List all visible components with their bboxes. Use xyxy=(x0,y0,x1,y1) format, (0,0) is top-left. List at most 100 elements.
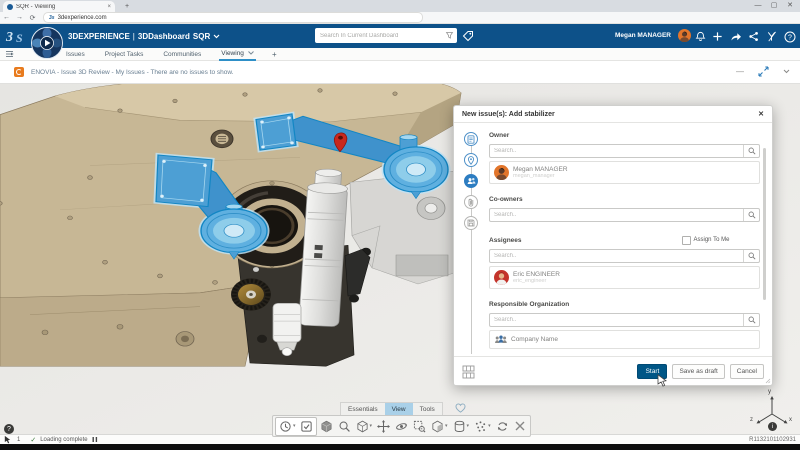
zoom-area-icon[interactable] xyxy=(411,418,428,435)
assignees-search-field[interactable] xyxy=(489,249,760,263)
history-tool-icon[interactable]: ▾ xyxy=(277,418,298,435)
rotate-orbit-icon[interactable] xyxy=(393,418,410,435)
brass-plug[interactable] xyxy=(231,278,271,310)
assignees-search-icon[interactable] xyxy=(743,250,759,262)
owner-label: Owner xyxy=(489,132,509,139)
validate-tool-icon[interactable] xyxy=(298,418,315,435)
widget-menu-caret-icon[interactable] xyxy=(783,69,790,74)
browser-tab[interactable]: SQR - Viewing × xyxy=(3,1,115,12)
responsible-org-search-icon[interactable] xyxy=(743,314,759,326)
forward-icon[interactable]: → xyxy=(13,14,26,21)
owner-search-field[interactable] xyxy=(489,144,760,158)
assignees-search-input[interactable] xyxy=(490,250,743,262)
compass-icon[interactable] xyxy=(30,26,64,60)
add-content-icon[interactable] xyxy=(711,30,724,43)
shaded-view-icon[interactable] xyxy=(318,418,335,435)
assignee-avatar xyxy=(494,270,509,285)
step-attachments-icon[interactable] xyxy=(464,195,478,209)
viewer-help-icon[interactable]: ? xyxy=(4,424,14,434)
dashboard-search[interactable] xyxy=(315,28,457,43)
info-icon[interactable]: i xyxy=(768,422,777,431)
brand-3dexperience: 3DEXPERIENCE xyxy=(68,32,130,41)
cancel-button[interactable]: Cancel xyxy=(730,364,764,379)
pause-icon[interactable] xyxy=(92,436,98,443)
tab-viewing[interactable]: Viewing xyxy=(219,47,256,61)
notifications-bell-icon[interactable] xyxy=(694,30,707,43)
dialog-scrollbar[interactable] xyxy=(763,148,766,300)
look-at-face-icon[interactable]: ▾ xyxy=(429,418,450,435)
widget-expand-icon[interactable] xyxy=(758,66,769,77)
step-location-icon[interactable] xyxy=(464,153,478,167)
loading-status: Loading complete xyxy=(40,437,87,443)
organization-card[interactable]: Company Name xyxy=(489,330,760,349)
stepper-line xyxy=(471,140,472,354)
dassault-3ds-logo-icon[interactable]: 3 S xyxy=(5,27,31,45)
site-icon: 3s xyxy=(49,15,55,21)
tab-project-tasks[interactable]: Project Tasks xyxy=(103,48,146,60)
browser-tab-strip: SQR - Viewing × + — ▢ ✕ xyxy=(0,0,800,12)
dialog-resize-handle[interactable] xyxy=(765,378,771,384)
dashboard-name[interactable]: SQR xyxy=(193,32,210,41)
tab-communities[interactable]: Communities xyxy=(161,48,203,60)
coowners-search-icon[interactable] xyxy=(743,209,759,221)
view-modes-icon[interactable]: ▾ xyxy=(354,418,375,435)
viewer-tab-essentials[interactable]: Essentials xyxy=(341,403,385,415)
save-as-draft-button[interactable]: Save as draft xyxy=(672,364,724,379)
assign-to-me-checkbox[interactable] xyxy=(682,236,691,245)
assign-to-me[interactable]: Assign To Me xyxy=(682,236,729,245)
back-icon[interactable]: ← xyxy=(0,14,13,21)
step-people-icon[interactable] xyxy=(464,174,478,188)
owner-user-card[interactable]: Megan MANAGER megan_manager xyxy=(489,161,760,184)
app-tab-row: Issues Project Tasks Communities Viewing… xyxy=(0,48,800,61)
breadcrumb: ENOVIA - Issue 3D Review - My Issues - T… xyxy=(31,69,234,76)
point-cloud-icon[interactable]: ▾ xyxy=(472,418,493,435)
form-display-toggle-icon[interactable] xyxy=(462,365,475,379)
assignees-label: Assignees xyxy=(489,237,522,244)
user-avatar[interactable] xyxy=(678,29,691,42)
window-maximize-icon[interactable]: ▢ xyxy=(766,1,782,9)
coowners-search-field[interactable] xyxy=(489,208,760,222)
dashboard-caret-icon[interactable] xyxy=(213,34,220,39)
zoom-tool-icon[interactable] xyxy=(336,418,353,435)
responsible-org-search-field[interactable] xyxy=(489,313,760,327)
tab-issues[interactable]: Issues xyxy=(64,48,87,60)
favorites-heart-icon[interactable] xyxy=(455,403,466,413)
new-issue-dialog: New issue(s): Add stabilizer ✕ Owner xyxy=(453,105,773,386)
dashboard-search-input[interactable] xyxy=(318,32,445,40)
tag-icon[interactable] xyxy=(462,30,474,42)
dialog-close-icon[interactable]: ✕ xyxy=(758,110,764,118)
section-cylinder-icon[interactable]: ▾ xyxy=(451,418,472,435)
pan-tool-icon[interactable] xyxy=(375,418,392,435)
responsible-org-search-input[interactable] xyxy=(490,314,743,326)
window-close-icon[interactable]: ✕ xyxy=(782,1,798,9)
sidebar-toggle-icon[interactable] xyxy=(5,50,14,58)
share-nodes-icon[interactable] xyxy=(747,30,760,43)
tab-caret-icon[interactable] xyxy=(248,51,254,55)
url-field[interactable]: 3s 3dexperience.com xyxy=(43,12,423,23)
owner-search-input[interactable] xyxy=(490,145,743,157)
reload-icon[interactable]: ⟳ xyxy=(26,14,39,22)
reset-view-icon[interactable] xyxy=(494,418,511,435)
new-tab-icon[interactable]: + xyxy=(125,3,129,10)
coowners-search-input[interactable] xyxy=(490,209,743,221)
assignee-user-card[interactable]: Eric ENGINEER eric_engineer xyxy=(489,266,760,289)
viewer-tab-tools[interactable]: Tools xyxy=(413,403,442,415)
user-name[interactable]: Megan MANAGER xyxy=(615,32,671,39)
swym-icon[interactable] xyxy=(765,30,778,43)
share-arrow-icon[interactable] xyxy=(729,30,742,43)
assignee-name: Eric ENGINEER xyxy=(513,271,560,278)
filter-icon[interactable] xyxy=(445,31,454,40)
widget-minimize-icon[interactable]: — xyxy=(736,69,744,75)
close-toolbar-icon[interactable] xyxy=(512,418,528,435)
bottom-edge xyxy=(0,444,800,450)
owner-name: Megan MANAGER xyxy=(513,166,568,173)
step-save-icon[interactable] xyxy=(464,216,478,230)
viewer-tab-view[interactable]: View xyxy=(385,403,413,415)
tab-close-icon[interactable]: × xyxy=(107,4,111,10)
add-tab-icon[interactable]: + xyxy=(272,50,277,59)
window-minimize-icon[interactable]: — xyxy=(750,2,766,9)
owner-search-icon[interactable] xyxy=(743,145,759,157)
owner-username: megan_manager xyxy=(513,173,568,179)
help-icon[interactable]: ? xyxy=(783,30,796,43)
step-details-icon[interactable] xyxy=(464,132,478,146)
